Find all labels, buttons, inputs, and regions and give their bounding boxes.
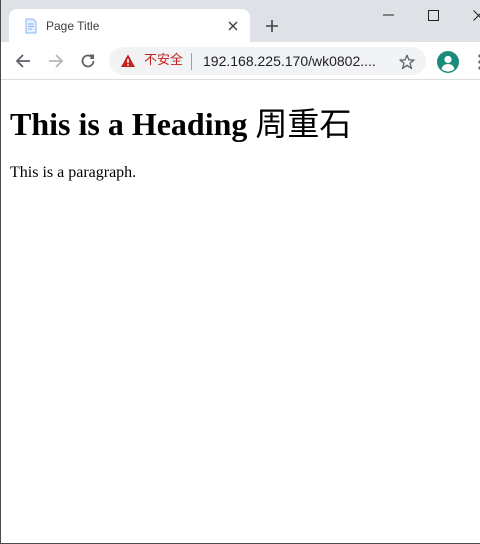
document-icon [25,18,37,34]
reload-button[interactable] [75,48,101,74]
maximize-button[interactable] [410,0,456,30]
plus-icon [266,20,278,32]
reload-icon [81,54,95,68]
page-heading: This is a Heading 周重石 [10,104,470,144]
heading-cjk-text: 周重石 [255,105,352,143]
back-button[interactable] [10,48,36,74]
profile-avatar-icon[interactable] [437,51,459,73]
browser-window: Page Title 不安全 192.168.225.170/wk0802...… [0,0,480,544]
minimize-button[interactable] [365,0,411,30]
maximize-icon [427,9,439,21]
browser-toolbar: 不安全 192.168.225.170/wk0802.... [1,42,480,80]
close-tab-button[interactable] [225,18,241,34]
tab-strip: Page Title [1,0,480,42]
address-bar[interactable]: 不安全 192.168.225.170/wk0802.... [109,47,426,75]
minimize-icon [382,14,394,16]
tab-title: Page Title [46,19,100,33]
forward-arrow-icon [49,54,64,68]
close-window-button[interactable] [455,0,480,30]
page-content: This is a Heading 周重石 This is a paragrap… [10,80,470,183]
heading-text: This is a Heading [10,106,248,142]
menu-icon[interactable] [471,51,480,73]
star-icon [399,54,415,70]
tab-page-title[interactable]: Page Title [9,9,250,42]
close-icon [228,21,238,31]
new-tab-button[interactable] [260,14,284,38]
url-text[interactable]: 192.168.225.170/wk0802.... [203,52,376,70]
forward-button[interactable] [43,48,69,74]
close-icon [472,9,480,21]
not-secure-label[interactable]: 不安全 [144,53,183,69]
back-arrow-icon [15,54,30,68]
page-paragraph: This is a paragraph. [10,164,137,181]
bookmark-button[interactable] [398,53,416,71]
warning-icon[interactable] [120,53,136,69]
separator [191,53,192,70]
